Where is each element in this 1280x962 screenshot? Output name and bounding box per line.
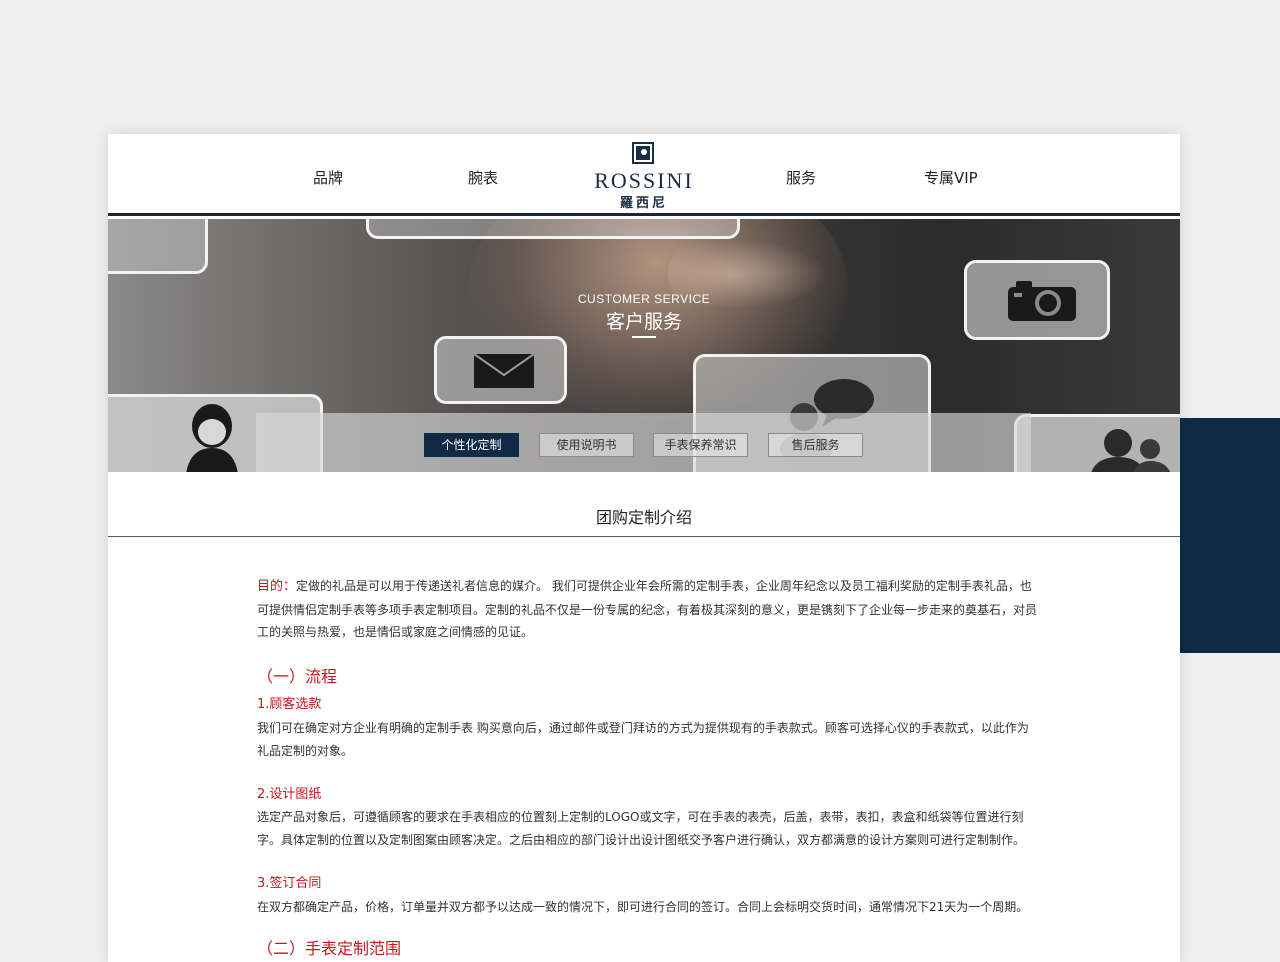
banner-tile (366, 219, 740, 239)
decorative-side-block (1180, 418, 1280, 653)
intro-text: 定做的礼品是可以用于传递送礼者信息的媒介。 我们可提供企业年会所需的定制手表，企… (257, 579, 1038, 639)
nav-item-brand[interactable]: 品牌 (313, 167, 343, 188)
banner-title-cn: 客户服务 (605, 311, 682, 333)
nav-item-vip[interactable]: 专属VIP (924, 167, 978, 188)
mail-icon (473, 353, 535, 388)
section-title: 团购定制介绍 (595, 508, 692, 527)
tab-personalized-customization[interactable]: 个性化定制 (424, 433, 519, 457)
logo-mark-icon (632, 142, 654, 164)
banner-tile (108, 219, 208, 274)
banner-subtitle-en: CUSTOMER SERVICE (577, 292, 711, 306)
heading-process: （一）流程 (257, 667, 338, 686)
hero-banner: CUSTOMER SERVICE 客户服务 个性化定制 使用说明书 手表保养常识… (108, 219, 1180, 472)
step3-title: 3.签订合同 (257, 876, 322, 891)
tab-watch-care[interactable]: 手表保养常识 (653, 433, 748, 457)
heading-customization-scope: （二）手表定制范围 (257, 939, 402, 958)
logo-text-en: ROSSINI (594, 168, 694, 193)
intro-label: 目的： (257, 579, 297, 594)
section-divider (108, 536, 1180, 537)
tab-user-manual[interactable]: 使用说明书 (539, 433, 634, 457)
tab-after-sales[interactable]: 售后服务 (768, 433, 863, 457)
step2-title: 2.设计图纸 (257, 787, 322, 802)
nav-item-watches[interactable]: 腕表 (468, 167, 498, 188)
web-page: 品牌 腕表 ROSSINI 羅西尼 服务 专属VIP CUSTOMER SERV… (108, 134, 1180, 962)
banner-title-underline (632, 336, 656, 338)
person-icon (186, 404, 238, 472)
site-header: 品牌 腕表 ROSSINI 羅西尼 服务 专属VIP (108, 134, 1180, 216)
service-tab-bar: 个性化定制 使用说明书 手表保养常识 售后服务 (256, 413, 1031, 472)
step2-text: 选定产品对象后，可遵循顾客的要求在手表相应的位置刻上定制的LOGO或文字，可在手… (257, 810, 1026, 847)
intro-paragraph: 目的：定做的礼品是可以用于传递送礼者信息的媒介。 我们可提供企业年会所需的定制手… (257, 575, 1037, 644)
step3-text: 在双方都确定产品，价格，订单量并双方都予以达成一致的情况下，即可进行合同的签订。… (257, 900, 1029, 914)
step1-text: 我们可在确定对方企业有明确的定制手表 购买意向后，通过邮件或登门拜访的方式为提供… (257, 721, 1029, 758)
users-icon (1091, 429, 1171, 472)
rossini-logo[interactable]: ROSSINI 羅西尼 (584, 142, 704, 211)
nav-item-service[interactable]: 服务 (786, 167, 816, 188)
step1-title: 1.顾客选款 (257, 697, 322, 712)
logo-text-cn: 羅西尼 (619, 196, 668, 211)
